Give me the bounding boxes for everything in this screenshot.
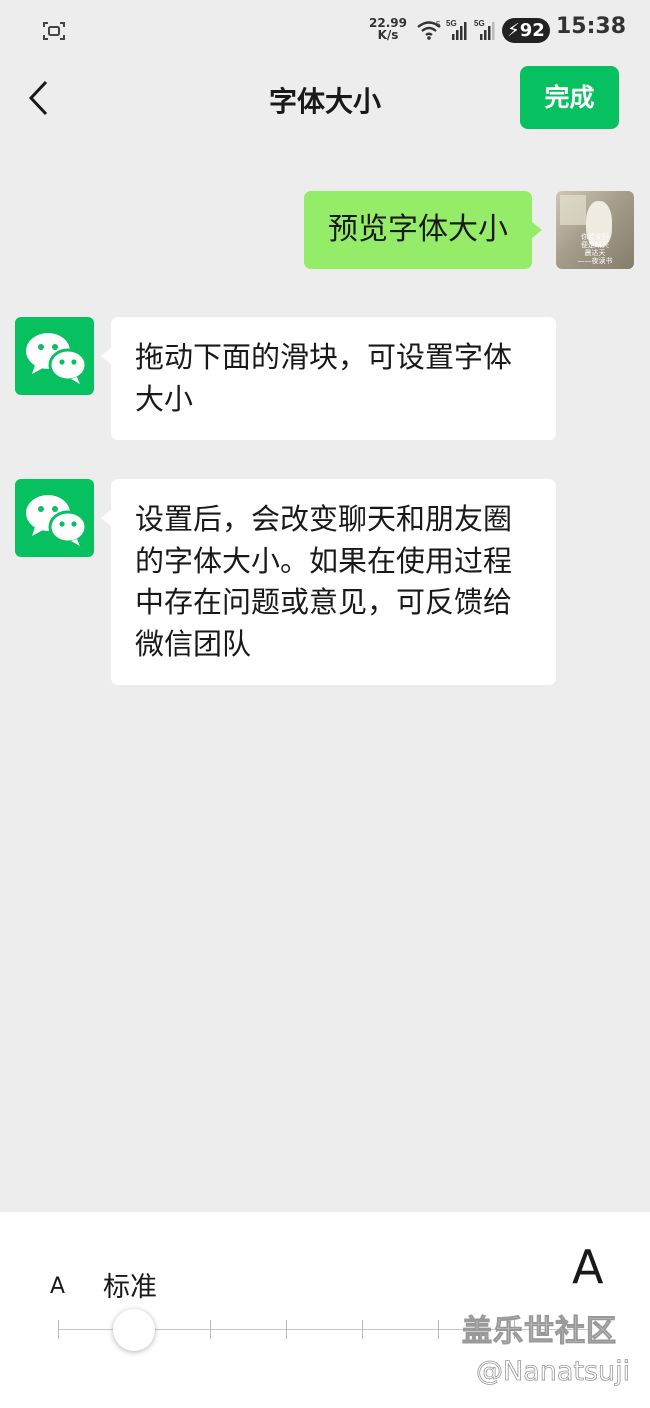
- bot-message-bubble: 设置后，会改变聊天和朋友圈的字体大小。如果在使用过程中存在问题或意见，可反馈给微…: [101, 479, 556, 685]
- avatar-window: [560, 195, 586, 225]
- watermark-user: @Nanatsuji: [476, 1356, 631, 1388]
- bot-message-bubble: 拖动下面的滑块，可设置字体大小: [101, 317, 556, 440]
- slider-tick[interactable]: [58, 1320, 59, 1339]
- wechat-avatar[interactable]: [15, 317, 94, 395]
- signal-icon: 5G: [474, 19, 495, 40]
- nav-header: 字体大小 完成: [0, 62, 650, 138]
- slider-tick[interactable]: [210, 1320, 211, 1339]
- wechat-logo-icon: [26, 495, 87, 546]
- slider-tick[interactable]: [362, 1320, 363, 1339]
- user-avatar[interactable]: 你若安好 便是晴天 晨达天 ——夜读书: [556, 191, 634, 269]
- signal-icon: 5G: [446, 19, 467, 40]
- screen-record-icon: [43, 22, 65, 40]
- slider-knob[interactable]: [113, 1309, 155, 1351]
- network-speed: 22.99 K/s: [369, 16, 407, 42]
- large-font-label: A: [572, 1240, 604, 1294]
- clock: 15:38: [556, 14, 627, 39]
- svg-text:5G: 5G: [474, 19, 485, 28]
- self-message-bubble: 预览字体大小: [304, 191, 542, 269]
- chevron-left-icon: [28, 80, 48, 116]
- charging-bolt-icon: ⚡: [507, 20, 520, 41]
- done-button[interactable]: 完成: [520, 66, 619, 129]
- current-size-label: 标准: [103, 1272, 157, 1303]
- status-bar: 22.99 K/s 5 5G 5G ⚡92 15:38: [0, 0, 650, 62]
- small-font-label: A: [50, 1274, 66, 1299]
- wechat-avatar[interactable]: [15, 479, 94, 557]
- svg-text:5: 5: [436, 20, 441, 29]
- wechat-logo-icon: [26, 333, 87, 384]
- slider-tick[interactable]: [286, 1320, 287, 1339]
- watermark-site: 盖乐世社区: [462, 1314, 617, 1350]
- slider-tick[interactable]: [438, 1320, 439, 1339]
- avatar-caption: 你若安好 便是晴天 晨达天 ——夜读书: [577, 233, 613, 265]
- battery-indicator: ⚡92: [502, 18, 550, 43]
- svg-text:5G: 5G: [446, 19, 457, 28]
- back-button[interactable]: [20, 74, 60, 124]
- wifi-icon: 5: [417, 20, 441, 40]
